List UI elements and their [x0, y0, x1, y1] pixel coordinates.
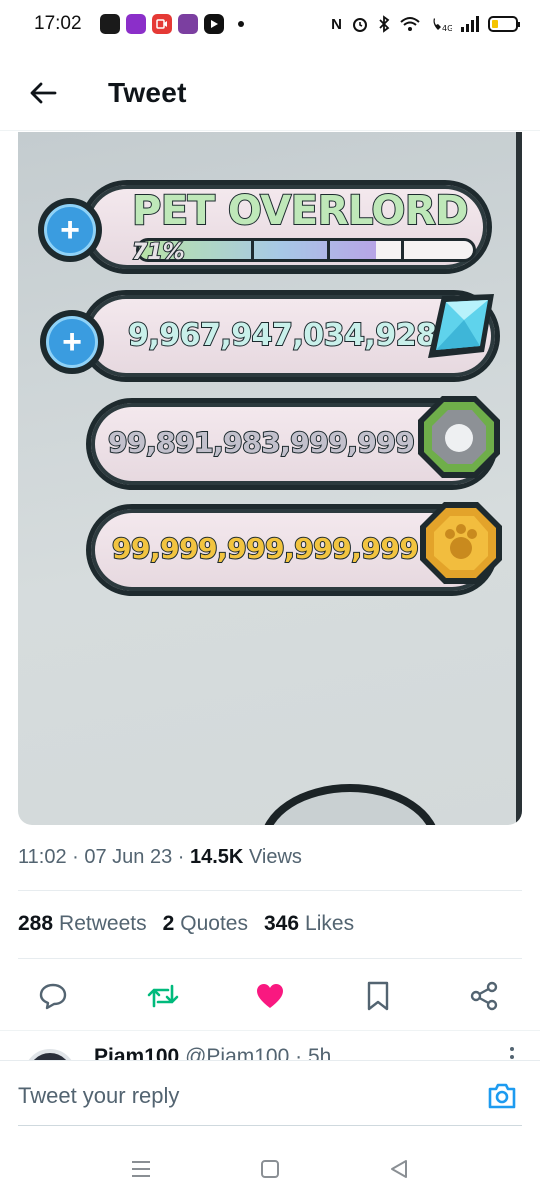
coins-count: 99,999,999,999,999	[111, 531, 420, 566]
alarm-icon	[353, 18, 367, 32]
share-button[interactable]	[464, 976, 504, 1016]
status-system-icons: N 4G	[331, 15, 520, 33]
rank-progress-label: 71%	[131, 239, 186, 266]
rank-plus-button: +	[38, 198, 102, 262]
paw-gem-icon	[418, 396, 500, 478]
top-app-bar: Tweet	[0, 56, 540, 131]
nfc-icon: N	[331, 15, 342, 33]
diamond-icon	[428, 294, 494, 358]
recent-apps-button[interactable]	[126, 1156, 156, 1182]
battery-icon	[488, 16, 520, 32]
signal-icon	[461, 16, 479, 32]
divider	[18, 890, 522, 891]
page-title: Tweet	[108, 77, 187, 108]
home-button[interactable]	[255, 1156, 285, 1182]
menu-icon	[132, 1161, 150, 1177]
device-camera	[260, 784, 440, 825]
views-label: Views	[248, 846, 302, 868]
comment-icon	[39, 983, 67, 1010]
quotes-count: 2	[162, 912, 175, 935]
tweet-timestamp: 11:02 · 07 Jun 23 · 14.5K Views	[18, 846, 302, 868]
retweets-stat[interactable]: 288 Retweets	[18, 912, 147, 936]
quotes-label: Quotes	[180, 912, 248, 935]
status-bar: 17:02 N 4G	[0, 0, 540, 48]
reply-button[interactable]	[33, 976, 73, 1016]
reply-author-name: Piam100	[94, 1045, 180, 1060]
reply-tweet-preview[interactable]: Piam100 @Piam100 · 5h	[0, 1030, 540, 1060]
wifi-calling-icon: 4G	[433, 18, 452, 33]
camera-icon	[488, 1083, 516, 1109]
retweets-count: 288	[18, 912, 54, 935]
more-options-icon[interactable]	[510, 1047, 514, 1051]
back-button[interactable]	[18, 68, 68, 118]
play-club-icon	[100, 14, 120, 34]
likes-label: Likes	[305, 912, 355, 935]
heart-filled-icon	[257, 984, 283, 1008]
tweet-image[interactable]: + PET OVERLORD 71% + 9,967,947,034,928 9…	[18, 132, 522, 825]
system-back-button[interactable]	[384, 1156, 414, 1182]
share-icon	[470, 981, 498, 1011]
gems-count: 99,891,983,999,999	[107, 425, 416, 460]
arrow-left-icon	[30, 82, 57, 104]
slots-game-icon	[178, 14, 198, 34]
svg-text:4G: 4G	[442, 24, 452, 33]
retweet-icon	[147, 984, 179, 1008]
retweet-button[interactable]	[143, 976, 183, 1016]
rank-progress-bar	[136, 238, 476, 262]
status-time: 17:02	[34, 13, 82, 34]
diamonds-plus-button: +	[40, 310, 104, 374]
like-button[interactable]	[250, 976, 290, 1016]
reply-author: Piam100 @Piam100 · 5h	[94, 1045, 331, 1060]
rank-title: PET OVERLORD	[131, 187, 469, 235]
bookmark-icon	[367, 981, 389, 1011]
avatar[interactable]	[24, 1049, 76, 1060]
paw-coin-icon	[420, 502, 502, 584]
quotes-stat[interactable]: 2 Quotes	[163, 912, 248, 936]
plus-icon: +	[46, 316, 98, 368]
add-photo-button[interactable]	[486, 1081, 522, 1117]
reply-input[interactable]	[18, 1083, 458, 1109]
reply-author-handle: @Piam100	[185, 1045, 290, 1060]
status-app-icons	[100, 14, 244, 34]
divider	[18, 958, 522, 959]
recorder-icon	[152, 14, 172, 34]
retweets-label: Retweets	[59, 912, 147, 935]
slots-icon	[126, 14, 146, 34]
system-nav-bar	[0, 1140, 540, 1200]
bookmark-button[interactable]	[358, 976, 398, 1016]
bluetooth-icon	[379, 15, 390, 33]
more-notifications-icon	[238, 21, 244, 27]
square-icon	[261, 1160, 279, 1178]
likes-count: 346	[264, 912, 300, 935]
tweet-actions	[0, 972, 540, 1018]
views-count: 14.5K	[190, 846, 244, 868]
plus-icon: +	[44, 204, 96, 256]
tweet-time: 11:02	[18, 846, 67, 868]
likes-stat[interactable]: 346 Likes	[264, 912, 354, 936]
reply-composer	[0, 1060, 540, 1140]
wifi-icon	[400, 17, 420, 31]
youtube-icon	[204, 14, 224, 34]
tweet-date: 07 Jun 23	[84, 846, 173, 868]
diamonds-count: 9,967,947,034,928	[127, 317, 438, 354]
triangle-back-icon	[391, 1160, 407, 1178]
reply-age: · 5h	[295, 1045, 332, 1060]
tweet-stats: 288 Retweets 2 Quotes 346 Likes	[18, 912, 354, 936]
